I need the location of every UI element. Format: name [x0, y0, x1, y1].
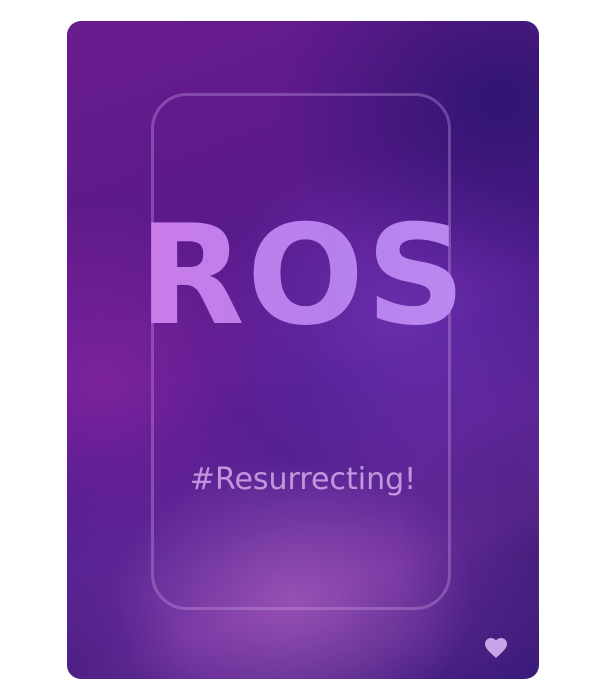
favorite-button[interactable]	[484, 637, 508, 659]
heart-icon	[485, 638, 507, 658]
card-tagline: #Resurrecting!	[189, 462, 417, 497]
card-title: ROS	[67, 207, 539, 345]
poster-card: ROS #Resurrecting!	[67, 21, 539, 679]
